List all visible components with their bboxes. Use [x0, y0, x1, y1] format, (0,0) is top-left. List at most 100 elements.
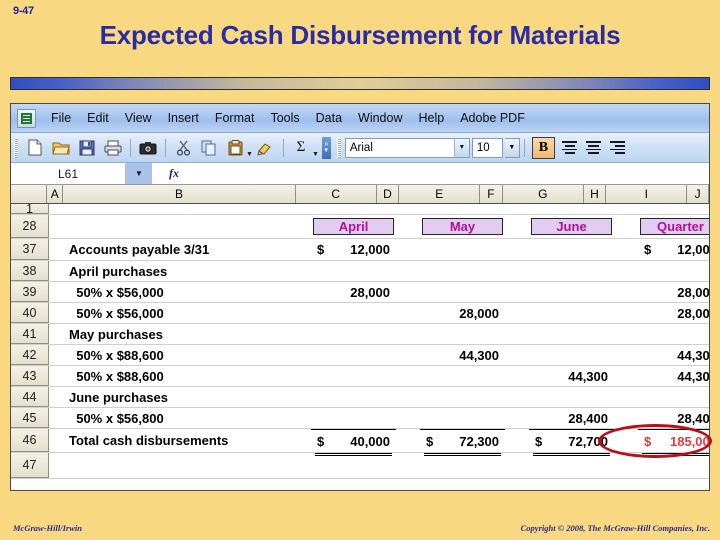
cell-i37[interactable]: $ 12,000 [638, 239, 709, 260]
cell-d41[interactable] [396, 324, 420, 344]
row-header-43[interactable]: 43 [11, 366, 49, 386]
cell-c41[interactable] [311, 324, 396, 344]
cell-e41[interactable] [420, 324, 505, 344]
column-header-d[interactable]: D [376, 185, 400, 203]
cell-e40[interactable]: 28,000 [420, 303, 505, 323]
cell-g28[interactable]: June [529, 215, 614, 238]
row-header-37[interactable]: 37 [11, 239, 49, 260]
cell-d43[interactable] [396, 366, 420, 386]
cut-icon[interactable] [171, 136, 195, 160]
open-icon[interactable] [49, 136, 73, 160]
cell-f43[interactable] [505, 366, 529, 386]
cell-e46[interactable]: $ 72,300 [420, 429, 505, 456]
cell-i45[interactable]: 28,400 [638, 408, 709, 428]
cell-h41[interactable] [614, 324, 638, 344]
align-left-icon[interactable] [559, 137, 581, 159]
cell-g43[interactable]: 44,300 [529, 366, 614, 386]
row-header-39[interactable]: 39 [11, 282, 49, 302]
cell-h38[interactable] [614, 261, 638, 281]
cell-e44[interactable] [420, 387, 505, 407]
menu-item-help[interactable]: Help [411, 109, 453, 127]
cell-h39[interactable] [614, 282, 638, 302]
menu-item-format[interactable]: Format [207, 109, 263, 127]
cell-d42[interactable] [396, 345, 420, 365]
cell-h42[interactable] [614, 345, 638, 365]
cell-e37[interactable] [420, 239, 505, 260]
cell-i42[interactable]: 44,300 [638, 345, 709, 365]
font-size-select[interactable]: 10 [471, 137, 503, 158]
cell-f46[interactable] [505, 429, 529, 452]
autosum-icon[interactable]: Σ [289, 136, 313, 160]
font-name-select[interactable]: Arial ▼ [344, 137, 470, 158]
row-header-28[interactable]: 28 [11, 215, 49, 238]
cell-i46[interactable]: $ 185,000 [638, 429, 709, 456]
row-header-42[interactable]: 42 [11, 345, 49, 365]
cell-f42[interactable] [505, 345, 529, 365]
cell-b40[interactable]: 50% x $56,000 [66, 303, 311, 323]
save-icon[interactable] [75, 136, 99, 160]
cell-h44[interactable] [614, 387, 638, 407]
camera-icon[interactable] [136, 136, 160, 160]
cell-c46[interactable]: $ 40,000 [311, 429, 396, 456]
cell-b44[interactable]: June purchases [66, 387, 311, 407]
cell-i38[interactable] [638, 261, 709, 281]
cell-c38[interactable] [311, 261, 396, 281]
formula-input[interactable] [196, 163, 709, 184]
cell-f41[interactable] [505, 324, 529, 344]
cell-a45[interactable] [49, 408, 66, 428]
cell-g45[interactable]: 28,400 [529, 408, 614, 428]
cell-f39[interactable] [505, 282, 529, 302]
column-header-a[interactable]: A [47, 185, 64, 203]
row-header-1[interactable]: 1 [11, 202, 49, 216]
column-header-j[interactable]: J [687, 185, 709, 203]
cell-a38[interactable] [49, 261, 66, 281]
row-header-40[interactable]: 40 [11, 303, 49, 323]
cell-b37[interactable]: Accounts payable 3/31 [66, 239, 311, 260]
new-icon[interactable] [23, 136, 47, 160]
cell-c42[interactable] [311, 345, 396, 365]
cell-h46[interactable] [614, 429, 638, 452]
cell-e38[interactable] [420, 261, 505, 281]
insert-function-icon[interactable]: fx [152, 166, 196, 181]
cell-c37[interactable]: $ 12,000 [311, 239, 396, 260]
cell-g44[interactable] [529, 387, 614, 407]
cell-b28[interactable] [66, 215, 311, 238]
row-header-44[interactable]: 44 [11, 387, 49, 407]
cell-d45[interactable] [396, 408, 420, 428]
cell-f44[interactable] [505, 387, 529, 407]
autosum-dropdown-arrow[interactable]: ▼ [312, 151, 319, 162]
cell-h43[interactable] [614, 366, 638, 386]
toolbar-grip-handle[interactable] [14, 137, 18, 158]
cell-i41[interactable] [638, 324, 709, 344]
cell-e45[interactable] [420, 408, 505, 428]
cell-a40[interactable] [49, 303, 66, 323]
cell-a39[interactable] [49, 282, 66, 302]
cell-b39[interactable]: 50% x $56,000 [66, 282, 311, 302]
name-box[interactable]: L61 [11, 163, 126, 184]
cell-g38[interactable] [529, 261, 614, 281]
cell-e43[interactable] [420, 366, 505, 386]
cell-e28[interactable]: May [420, 215, 505, 238]
column-header-h[interactable]: H [583, 185, 607, 203]
cell-b45[interactable]: 50% x $56,800 [66, 408, 311, 428]
cell-b38[interactable]: April purchases [66, 261, 311, 281]
menu-item-insert[interactable]: Insert [160, 109, 207, 127]
column-header-g[interactable]: G [502, 185, 584, 203]
cell-a44[interactable] [49, 387, 66, 407]
formatting-toolbar-grip[interactable] [336, 137, 341, 158]
cell-h45[interactable] [614, 408, 638, 428]
paste-icon[interactable] [223, 136, 247, 160]
row-header-38[interactable]: 38 [11, 261, 49, 281]
name-box-chevron-down-icon[interactable]: ▼ [126, 163, 152, 184]
select-all-corner[interactable] [11, 185, 48, 203]
cell-h28[interactable] [614, 215, 638, 238]
cell-a43[interactable] [49, 366, 66, 386]
align-right-icon[interactable] [607, 137, 629, 159]
cell-a41[interactable] [49, 324, 66, 344]
cell-d28[interactable] [396, 215, 420, 238]
cell-f28[interactable] [505, 215, 529, 238]
menu-item-data[interactable]: Data [308, 109, 350, 127]
cell-g39[interactable] [529, 282, 614, 302]
cell-g40[interactable] [529, 303, 614, 323]
align-center-icon[interactable] [583, 137, 605, 159]
